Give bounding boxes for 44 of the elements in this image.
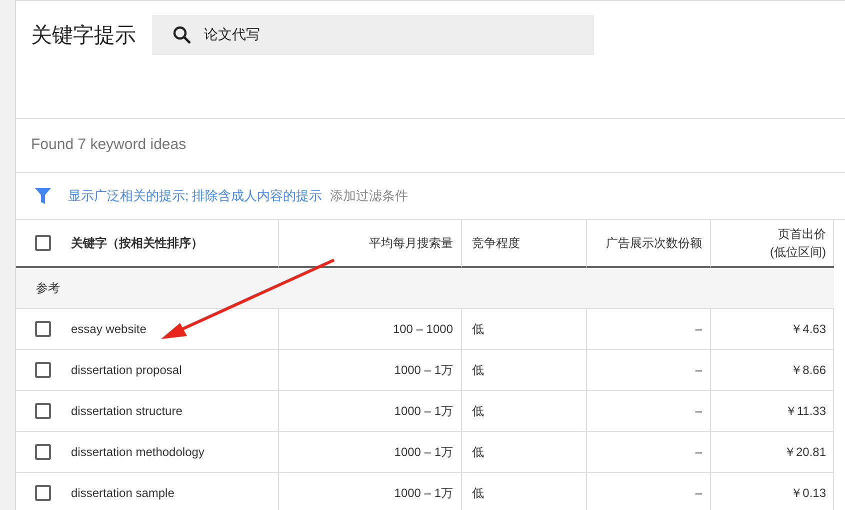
- column-header[interactable]: 平均每月搜索量: [369, 234, 453, 252]
- table-cell-text: –: [695, 485, 702, 502]
- table-cell-text: –: [695, 321, 702, 338]
- table-cell-text: ￥8.66: [790, 362, 826, 379]
- table-cell-text: 1000 – 1万: [394, 485, 453, 502]
- keyword-cell-text: dissertation proposal: [71, 362, 182, 379]
- checkbox[interactable]: [35, 403, 51, 419]
- checkbox[interactable]: [35, 235, 51, 251]
- table-cell-text: ￥4.63: [790, 321, 826, 338]
- table-cell-text: –: [695, 362, 702, 379]
- search-icon: [172, 25, 192, 45]
- group-label: 参考: [36, 280, 60, 297]
- table-cell-text: 1000 – 1万: [394, 362, 453, 379]
- checkbox[interactable]: [35, 485, 51, 501]
- search-field[interactable]: 论文代写: [152, 15, 594, 55]
- table-cell-text: 低: [472, 485, 484, 502]
- table-cell-text: –: [695, 403, 702, 420]
- checkbox[interactable]: [35, 321, 51, 337]
- table-cell-text: 100 – 1000: [392, 321, 453, 338]
- checkbox[interactable]: [35, 362, 51, 378]
- table-cell-text: 低: [472, 362, 484, 379]
- filter-link[interactable]: 显示广泛相关的提示; 排除含成人内容的提示: [68, 186, 322, 206]
- column-header[interactable]: 竞争程度: [472, 234, 520, 252]
- table-cell-text: ￥0.13: [790, 485, 826, 502]
- filter-icon[interactable]: [34, 187, 52, 205]
- table-cell-text: 1000 – 1万: [394, 444, 453, 461]
- table-cell-text: ￥20.81: [784, 444, 826, 461]
- keyword-cell-text: dissertation structure: [71, 403, 182, 420]
- table-cell-text: 低: [472, 321, 484, 338]
- column-header[interactable]: 广告展示次数份额: [606, 234, 702, 252]
- keyword-cell-text: dissertation sample: [71, 485, 174, 502]
- page-title: 关键字提示: [31, 23, 136, 49]
- table-cell-text: 1000 – 1万: [394, 403, 453, 420]
- table-cell-text: 低: [472, 403, 484, 420]
- table-cell-text: 低: [472, 444, 484, 461]
- keyword-cell-text: dissertation methodology: [71, 444, 204, 461]
- column-header[interactable]: 关键字（按相关性排序）: [71, 234, 203, 252]
- checkbox[interactable]: [35, 444, 51, 460]
- keyword-cell-text: essay website: [71, 321, 146, 338]
- add-filter-link[interactable]: 添加过滤条件: [330, 186, 408, 206]
- column-header[interactable]: 页首出价 (低位区间): [770, 225, 826, 261]
- table-cell-text: –: [695, 444, 702, 461]
- table-cell-text: ￥11.33: [784, 403, 826, 420]
- result-count: Found 7 keyword ideas: [31, 135, 186, 156]
